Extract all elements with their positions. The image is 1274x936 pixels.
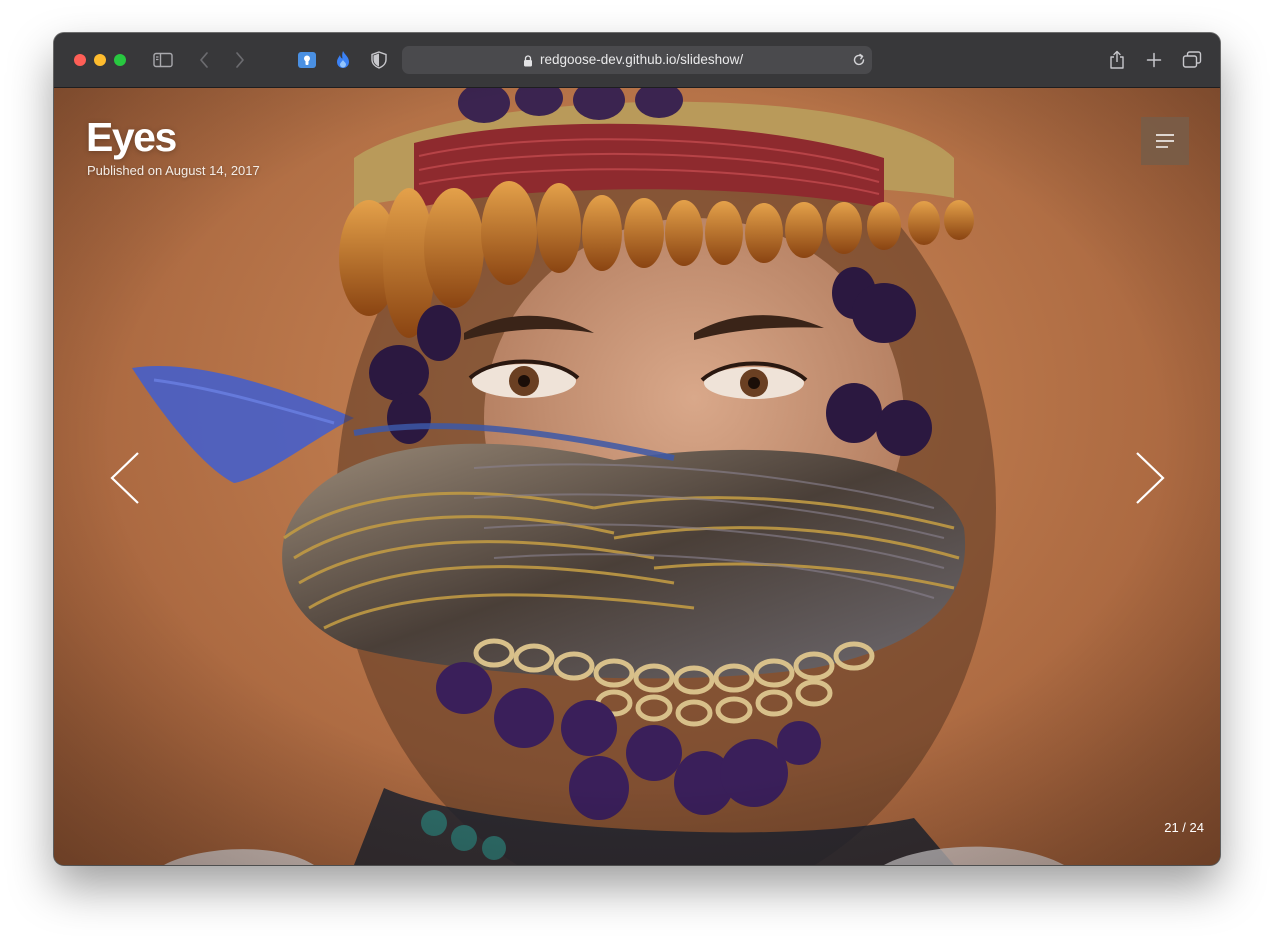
lock-icon: [523, 54, 533, 72]
minimize-window-button[interactable]: [94, 54, 106, 66]
sidebar-icon[interactable]: [153, 52, 173, 68]
close-window-button[interactable]: [74, 54, 86, 66]
back-icon[interactable]: [198, 51, 210, 69]
chevron-right-icon: [1136, 452, 1165, 504]
slideshow-stage: Eyes Published on August 14, 2017 21 / 2…: [54, 88, 1220, 865]
reload-icon[interactable]: [852, 53, 866, 72]
menu-button[interactable]: [1141, 117, 1189, 165]
forward-icon[interactable]: [234, 51, 246, 69]
slide-photo: [54, 88, 1220, 865]
previous-slide-button[interactable]: [106, 448, 146, 508]
flame-extension-icon[interactable]: [334, 50, 352, 70]
menu-icon: [1156, 134, 1174, 148]
slide-title: Eyes: [86, 114, 177, 160]
zoom-window-button[interactable]: [114, 54, 126, 66]
new-tab-icon[interactable]: [1146, 52, 1162, 68]
shield-extension-icon[interactable]: [371, 51, 387, 69]
address-bar[interactable]: redgoose-dev.github.io/slideshow/: [402, 46, 872, 74]
browser-toolbar: redgoose-dev.github.io/slideshow/: [54, 33, 1220, 88]
tab-overview-icon[interactable]: [1182, 51, 1202, 69]
chevron-left-icon: [110, 452, 139, 504]
slide-published-date: Published on August 14, 2017: [87, 163, 260, 178]
share-icon[interactable]: [1109, 50, 1125, 70]
browser-window: redgoose-dev.github.io/slideshow/ Eyes P…: [54, 33, 1220, 865]
url-text: redgoose-dev.github.io/slideshow/: [540, 52, 744, 67]
slide-counter: 21 / 24: [1164, 820, 1204, 835]
next-slide-button[interactable]: [1129, 448, 1169, 508]
password-extension-icon[interactable]: [297, 51, 317, 69]
